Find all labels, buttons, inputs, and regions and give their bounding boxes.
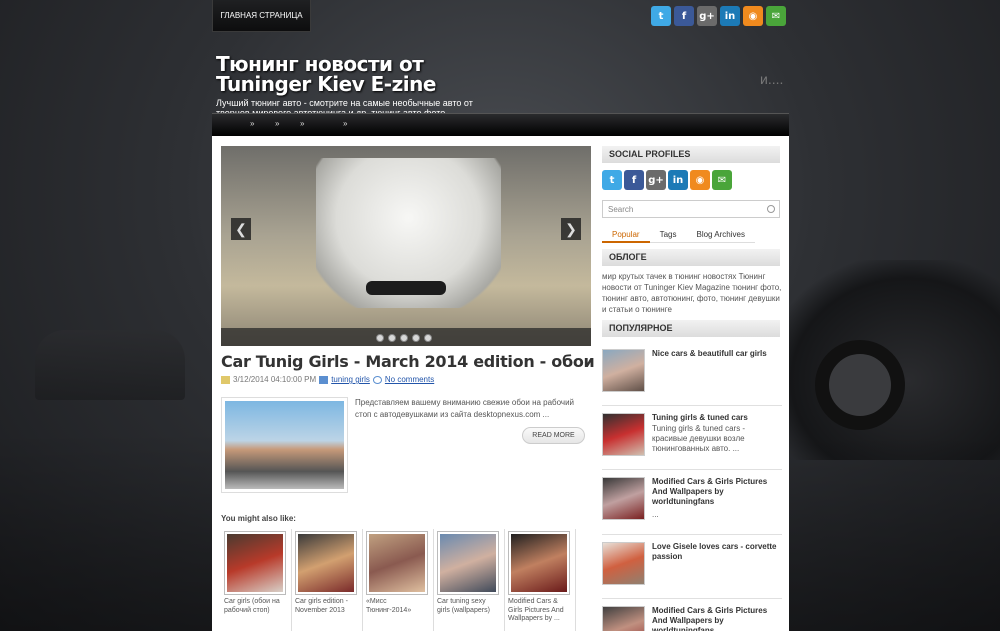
popular-thumbnail[interactable]: [602, 477, 645, 520]
post-date: 3/12/2014 04:10:00 PM: [233, 375, 317, 384]
background-wheel: [815, 340, 905, 430]
related-caption[interactable]: Car tuning sexy girls (wallpapers): [437, 598, 500, 615]
popular-title[interactable]: Modified Cars & Girls Pictures And Wallp…: [652, 606, 780, 631]
tab-popular[interactable]: Popular: [602, 226, 650, 243]
related-thumbnail-image: [511, 534, 567, 592]
popular-separator: [602, 598, 782, 599]
rss-icon[interactable]: ◉: [743, 6, 763, 26]
popular-thumbnail[interactable]: [602, 542, 645, 585]
popular-separator: [602, 534, 782, 535]
related-caption[interactable]: Car girls edition - November 2013: [295, 598, 358, 615]
slider-next-button[interactable]: ❯: [561, 218, 581, 240]
post-excerpt: Представляем вашему вниманию свежие обои…: [355, 398, 575, 419]
tab-tags[interactable]: Tags: [649, 226, 687, 243]
related-thumbnail[interactable]: [366, 531, 428, 595]
calendar-icon: [221, 375, 230, 384]
related-thumbnail[interactable]: [224, 531, 286, 595]
post-thumbnail[interactable]: [221, 397, 348, 493]
search-icon[interactable]: [767, 205, 775, 213]
popular-title[interactable]: Tuning girls & tuned cars: [652, 413, 780, 423]
related-item[interactable]: Car girls (обои на рабочий стоп): [221, 529, 292, 631]
related-item[interactable]: «Мисс Тюнинг-2014»: [363, 529, 434, 631]
twitter-icon[interactable]: t: [651, 6, 671, 26]
search-input[interactable]: Search: [602, 200, 780, 218]
post-label-link[interactable]: tuning girls: [331, 375, 370, 384]
nav-home-tab[interactable]: ГЛАВНАЯ СТРАНИЦА: [212, 0, 311, 32]
related-item[interactable]: Modified Cars & Girls Pictures And Wallp…: [505, 529, 576, 631]
tab-blog-archives[interactable]: Blog Archives: [686, 226, 755, 243]
popular-description: ...: [652, 510, 659, 519]
linkedin-icon[interactable]: in: [668, 170, 688, 190]
slider-dot[interactable]: [412, 334, 420, 342]
post-thumbnail-image: [225, 401, 344, 489]
background-car-left: [35, 330, 185, 400]
related-item[interactable]: Car girls edition - November 2013: [292, 529, 363, 631]
slider-car-grille: [366, 281, 446, 295]
post-meta: 3/12/2014 04:10:00 PM tuning girls No co…: [221, 375, 434, 384]
post-title[interactable]: Car Tunig Girls - March 2014 edition - о…: [221, 352, 595, 371]
sidebar-tabs: Popular Tags Blog Archives: [602, 226, 755, 243]
popular-thumbnail[interactable]: [602, 606, 645, 631]
slider-dot[interactable]: [376, 334, 384, 342]
linkedin-icon[interactable]: in: [720, 6, 740, 26]
slider-dots: [376, 334, 432, 342]
popular-separator: [602, 469, 782, 470]
facebook-icon[interactable]: f: [674, 6, 694, 26]
related-thumbnail-image: [440, 534, 496, 592]
nav-separator[interactable]: »: [250, 119, 254, 128]
slider-pager-bar: [221, 328, 591, 346]
slider-prev-button[interactable]: ❮: [231, 218, 251, 240]
slider-dot[interactable]: [388, 334, 396, 342]
email-icon[interactable]: ✉: [766, 6, 786, 26]
google-plus-icon[interactable]: g+: [646, 170, 666, 190]
popular-title[interactable]: Love Gisele loves cars - corvette passio…: [652, 542, 780, 562]
related-caption[interactable]: «Мисс Тюнинг-2014»: [366, 598, 429, 615]
news-ticker: и....: [760, 71, 784, 87]
popular-description: Tuning girls & tuned cars - красивые дев…: [652, 424, 746, 453]
related-thumbnail[interactable]: [508, 531, 570, 595]
site-description: Лучший тюнинг авто - смотрите на самые н…: [216, 98, 473, 114]
folder-icon: [319, 375, 329, 384]
related-caption[interactable]: Car girls (обои на рабочий стоп): [224, 598, 287, 615]
popular-separator: [602, 405, 782, 406]
post-comments-link[interactable]: No comments: [385, 375, 434, 384]
about-heading: Облоге: [602, 249, 780, 266]
related-title: You might also like:: [221, 514, 296, 523]
sidebar-social-icons: t f g+ in ◉ ✉: [602, 170, 732, 190]
nav-separator[interactable]: »: [275, 119, 279, 128]
slider-dot[interactable]: [400, 334, 408, 342]
related-thumbnail-image: [227, 534, 283, 592]
nav-separator[interactable]: »: [343, 119, 347, 128]
comment-icon: [372, 375, 382, 384]
featured-slider[interactable]: ❮ ❯: [221, 146, 591, 346]
read-more-button[interactable]: READ MORE: [522, 427, 585, 444]
slider-dot[interactable]: [424, 334, 432, 342]
popular-thumbnail[interactable]: [602, 413, 645, 456]
content-page: ❮ ❯ Car Tunig Girls - March 2014 edition…: [212, 136, 789, 631]
social-profiles-heading: Social Profiles: [602, 146, 780, 163]
related-posts: Car girls (обои на рабочий стоп) Car girl…: [221, 529, 576, 631]
main-navbar: » » » »: [212, 113, 789, 136]
popular-title[interactable]: Nice cars & beautifull car girls: [652, 349, 780, 359]
rss-icon[interactable]: ◉: [690, 170, 710, 190]
related-item[interactable]: Car tuning sexy girls (wallpapers): [434, 529, 505, 631]
site-title[interactable]: Тюнинг новости от Tuninger Kiev E-zine: [216, 54, 486, 94]
related-thumbnail[interactable]: [295, 531, 357, 595]
related-caption[interactable]: Modified Cars & Girls Pictures And Wallp…: [508, 598, 571, 624]
top-social-icons: t f g+ in ◉ ✉: [651, 6, 786, 26]
popular-heading: Популярное: [602, 320, 780, 337]
nav-separator[interactable]: »: [300, 119, 304, 128]
twitter-icon[interactable]: t: [602, 170, 622, 190]
related-thumbnail[interactable]: [437, 531, 499, 595]
popular-title[interactable]: Modified Cars & Girls Pictures And Wallp…: [652, 477, 780, 507]
facebook-icon[interactable]: f: [624, 170, 644, 190]
related-thumbnail-image: [369, 534, 425, 592]
google-plus-icon[interactable]: g+: [697, 6, 717, 26]
related-thumbnail-image: [298, 534, 354, 592]
about-text: мир крутых тачек в тюнинг новостях Тюнин…: [602, 272, 782, 314]
popular-thumbnail[interactable]: [602, 349, 645, 392]
search-placeholder: Search: [608, 205, 634, 214]
email-icon[interactable]: ✉: [712, 170, 732, 190]
